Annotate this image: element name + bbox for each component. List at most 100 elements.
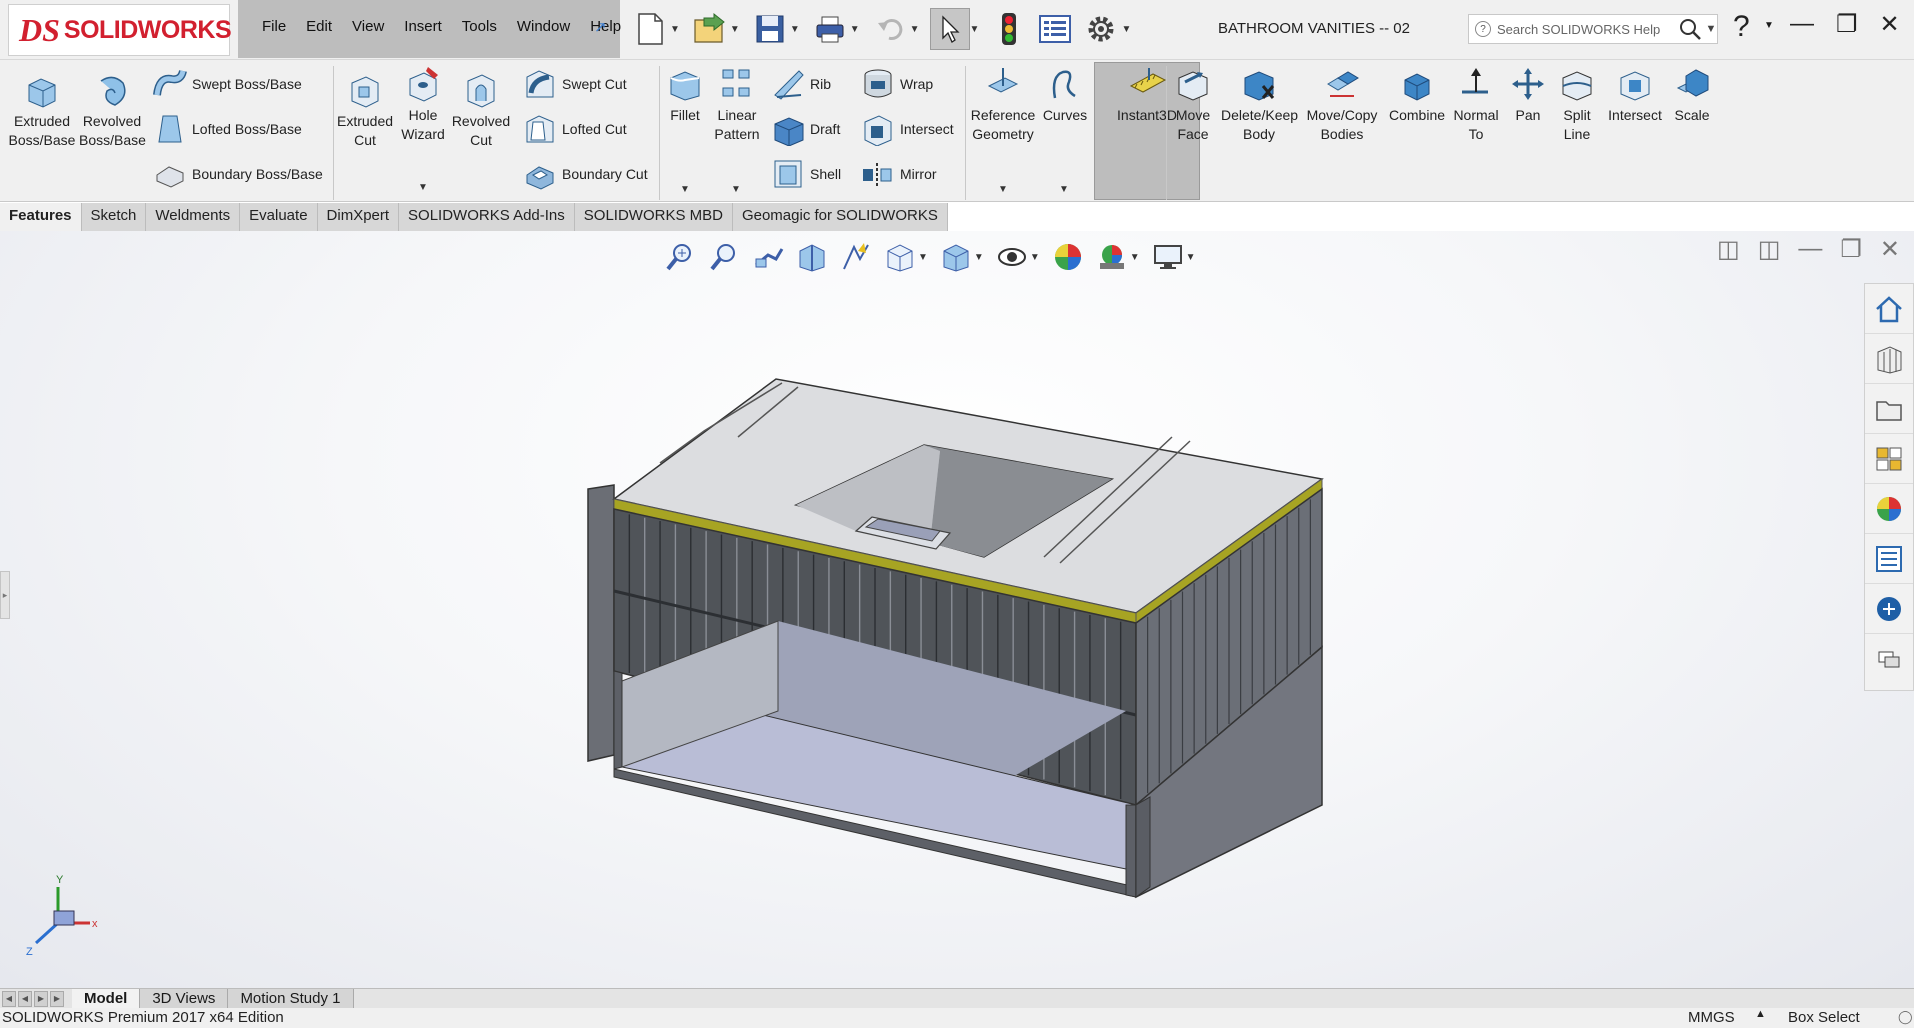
boundary-boss-button[interactable]: Boundary Boss/Base [152,156,323,192]
pin-menu-icon[interactable]: ↗ [594,18,607,36]
undo-button[interactable] [870,8,910,50]
undo-dropdown-arrow[interactable]: ▼ [910,24,920,35]
options-button[interactable] [1081,8,1121,50]
fillet-button[interactable]: Fillet [664,64,706,125]
scale-button[interactable]: Scale [1666,64,1718,125]
task-pane-appearances-tab[interactable] [1865,484,1913,534]
hide-show-dropdown-arrow[interactable]: ▼ [1030,252,1040,263]
hole-wizard-dropdown-arrow[interactable]: ▼ [418,182,428,193]
normal-to-button[interactable]: Normal To [1448,64,1504,144]
move-face-button[interactable]: Move Face [1168,64,1218,144]
linear-pattern-button[interactable]: Linear Pattern [708,64,766,144]
view-orientation-dropdown-arrow[interactable]: ▼ [918,252,928,263]
menu-tools[interactable]: Tools [452,18,507,35]
hole-wizard-button[interactable]: Hole Wizard [396,64,450,144]
tab-dimxpert[interactable]: DimXpert [317,203,400,231]
select-button[interactable] [929,8,970,50]
task-pane-view-palette-tab[interactable] [1865,434,1913,484]
lofted-cut-button[interactable]: Lofted Cut [522,111,627,147]
save-button[interactable] [750,8,790,50]
tile-right-icon[interactable]: ◫ [1758,235,1781,264]
print-button[interactable] [810,8,850,50]
prev-tab-arrow-icon[interactable]: ◀ [18,990,32,1007]
new-dropdown-arrow[interactable]: ▼ [670,24,680,35]
intersect-small-button[interactable]: Intersect [860,111,954,147]
task-pane-resources-tab[interactable] [1865,284,1913,334]
wrap-button[interactable]: Wrap [860,66,933,102]
graphics-area[interactable]: ▼ ▼ ▼ ▼ ▼ ◫ ◫ — ❐ ✕ ▸ Y x Z [0,231,1914,988]
select-dropdown-arrow[interactable]: ▼ [970,24,980,35]
options-dropdown-arrow[interactable]: ▼ [1121,24,1131,35]
next-tab-arrow-icon[interactable]: ▶ [34,990,48,1007]
task-pane-file-explorer-tab[interactable] [1865,384,1913,434]
task-pane-custom-properties-tab[interactable] [1865,534,1913,584]
file-properties-button[interactable] [1035,8,1075,50]
rebuild-button[interactable] [989,8,1029,50]
draft-button[interactable]: Draft [770,111,840,147]
pan-button[interactable]: Pan [1508,64,1548,125]
split-line-button[interactable]: Split Line [1552,64,1602,144]
move-copy-bodies-button[interactable]: Move/Copy Bodies [1302,64,1382,144]
help-question-icon[interactable]: ? [1733,10,1750,44]
status-units[interactable]: MMGS [1688,1009,1735,1026]
open-document-button[interactable] [690,8,730,50]
viewport-close-icon[interactable]: ✕ [1880,235,1900,264]
tab-solidworks-mbd[interactable]: SOLIDWORKS MBD [574,203,733,231]
previous-view-button[interactable] [748,237,788,277]
viewport-minimize-icon[interactable]: — [1798,235,1822,264]
viewport-restore-icon[interactable]: ❐ [1840,235,1862,264]
units-up-arrow-icon[interactable]: ▲ [1755,1008,1766,1020]
reference-geometry-button[interactable]: Reference Geometry [968,64,1038,144]
zoom-to-area-button[interactable] [704,237,744,277]
task-pane-design-library-tab[interactable] [1865,334,1913,384]
apply-scene-dropdown-arrow[interactable]: ▼ [1130,252,1140,263]
menu-edit[interactable]: Edit [296,18,342,35]
section-view-button[interactable] [792,237,832,277]
first-tab-arrow-icon[interactable]: ◀ [2,990,16,1007]
boundary-cut-button[interactable]: Boundary Cut [522,156,648,192]
apply-scene-button[interactable] [1092,237,1132,277]
open-dropdown-arrow[interactable]: ▼ [730,24,740,35]
task-pane-solidworks-forum-tab[interactable] [1865,584,1913,634]
display-style-dropdown-arrow[interactable]: ▼ [974,252,984,263]
fillet-dropdown-arrow[interactable]: ▼ [680,184,690,195]
mirror-button[interactable]: Mirror [860,156,937,192]
menu-window[interactable]: Window [507,18,580,35]
menu-file[interactable]: File [252,18,296,35]
edit-appearance-button[interactable] [1048,237,1088,277]
view-settings-dropdown-arrow[interactable]: ▼ [1186,252,1196,263]
new-document-button[interactable] [630,8,670,50]
tab-weldments[interactable]: Weldments [146,203,241,231]
tab-evaluate[interactable]: Evaluate [240,203,318,231]
task-pane-chat-tab[interactable] [1865,634,1913,684]
search-button[interactable]: ▼ [1675,14,1719,44]
print-dropdown-arrow[interactable]: ▼ [850,24,860,35]
dynamic-annotation-button[interactable] [836,237,876,277]
tile-left-icon[interactable]: ◫ [1717,235,1740,264]
combine-button[interactable]: Combine [1386,64,1448,125]
tab-3d-views[interactable]: 3D Views [140,988,229,1009]
tab-solidworks-add-ins[interactable]: SOLIDWORKS Add-Ins [399,203,575,231]
tab-model[interactable]: Model [72,988,141,1009]
delete-keep-body-button[interactable]: Delete/Keep Body [1220,64,1298,144]
intersect-button[interactable]: Intersect [1604,64,1666,125]
reference-geometry-dropdown-arrow[interactable]: ▼ [998,184,1008,195]
solidworks-logo[interactable]: DS SOLIDWORKS [8,4,232,56]
curves-dropdown-arrow[interactable]: ▼ [1059,184,1069,195]
search-dropdown-arrow[interactable]: ▼ [1706,23,1717,35]
restore-icon[interactable]: ❐ [1836,10,1858,39]
view-settings-button[interactable] [1148,237,1188,277]
tab-motion-study-1[interactable]: Motion Study 1 [228,988,354,1009]
last-tab-arrow-icon[interactable]: ▶ [50,990,64,1007]
shell-button[interactable]: Shell [770,156,841,192]
curves-button[interactable]: Curves [1040,64,1090,125]
feature-manager-collapse-handle[interactable]: ▸ [0,571,10,619]
display-style-button[interactable] [936,237,976,277]
zoom-to-fit-button[interactable] [660,237,700,277]
revolved-cut-button[interactable]: Revolved Cut [450,70,512,150]
extruded-cut-button[interactable]: Extruded Cut [336,70,394,150]
minimize-icon[interactable]: — [1790,10,1814,39]
rib-button[interactable]: Rib [770,66,831,102]
tab-sketch[interactable]: Sketch [81,203,147,231]
swept-cut-button[interactable]: Swept Cut [522,66,627,102]
